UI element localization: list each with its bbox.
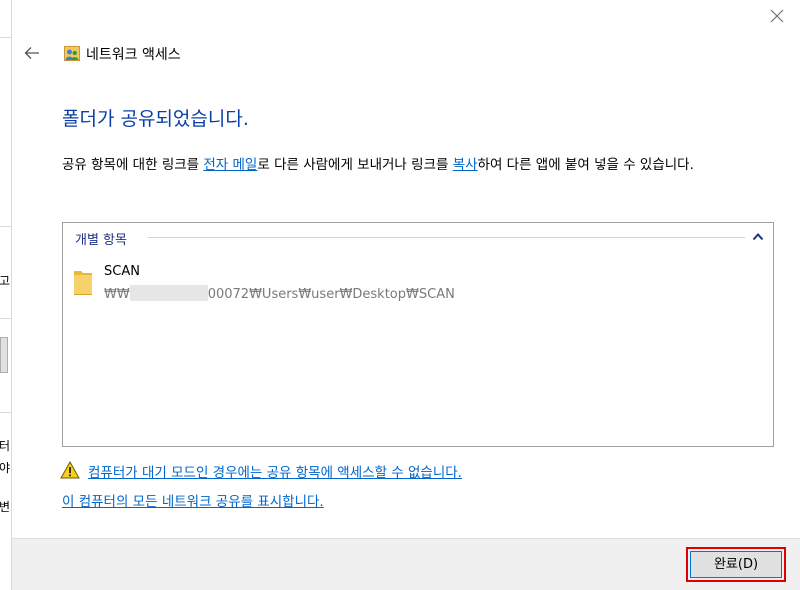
description-text: 하여 다른 앱에 붙여 넣을 수 있습니다.	[477, 157, 694, 173]
email-link[interactable]: 전자 메일	[203, 157, 257, 173]
show-all-shares-link[interactable]: 이 컴퓨터의 모든 네트워크 공유를 표시합니다.	[62, 490, 324, 510]
network-access-dialog: 네트워크 액세스 폴더가 공유되었습니다. 공유 항목에 대한 링크를 전자 메…	[12, 0, 800, 590]
background-button	[0, 337, 8, 373]
background-text: 야	[0, 461, 11, 475]
background-divider	[0, 37, 11, 38]
group-header[interactable]: 개별 항목	[63, 223, 773, 251]
folder-icon	[74, 271, 92, 295]
background-text: 고,	[0, 274, 11, 288]
description-text: 로 다른 사람에게 보내거나 링크를	[257, 157, 453, 173]
item-path-prefix: ₩₩	[104, 287, 130, 302]
redacted-area	[129, 285, 208, 301]
standby-warning-link[interactable]: 컴퓨터가 대기 모드인 경우에는 공유 항목에 액세스할 수 없습니다.	[88, 461, 462, 481]
dialog-footer: 완료(D)	[12, 538, 800, 590]
description: 공유 항목에 대한 링크를 전자 메일로 다른 사람에게 보내거나 링크를 복사…	[62, 155, 784, 176]
warning-icon	[60, 461, 80, 479]
background-divider	[0, 226, 11, 227]
description-text: 공유 항목에 대한 링크를	[62, 157, 204, 173]
group-divider	[148, 237, 745, 238]
back-arrow-icon	[24, 47, 39, 59]
copy-link[interactable]: 복사	[453, 157, 478, 173]
close-button[interactable]	[764, 5, 790, 27]
item-name: SCAN	[104, 264, 140, 279]
background-divider	[0, 412, 11, 413]
group-label: 개별 항목	[75, 233, 127, 248]
done-button[interactable]: 완료(D)	[686, 547, 786, 582]
item-path-suffix: 00072₩Users₩user₩Desktop₩SCAN	[207, 287, 455, 302]
background-divider	[0, 318, 11, 319]
window-title: 네트워크 액세스	[86, 47, 181, 63]
back-button[interactable]	[20, 42, 44, 64]
network-users-icon	[64, 46, 80, 61]
item-path: ₩₩ 00072₩Users₩user₩Desktop₩SCAN	[104, 285, 455, 302]
list-item[interactable]: SCAN ₩₩ 00072₩Users₩user₩Desktop₩SCAN	[73, 261, 553, 302]
page-heading: 폴더가 공유되었습니다.	[62, 108, 249, 130]
background-text: 터	[0, 439, 11, 453]
close-icon	[770, 9, 784, 23]
background-text: 변	[0, 500, 11, 514]
background-window: 고, 터 야 변	[0, 0, 12, 590]
chevron-up-icon[interactable]	[751, 230, 765, 244]
shared-items-list[interactable]: 개별 항목 SCAN ₩₩ 00072₩Users₩user₩Desktop₩SC…	[62, 222, 774, 447]
